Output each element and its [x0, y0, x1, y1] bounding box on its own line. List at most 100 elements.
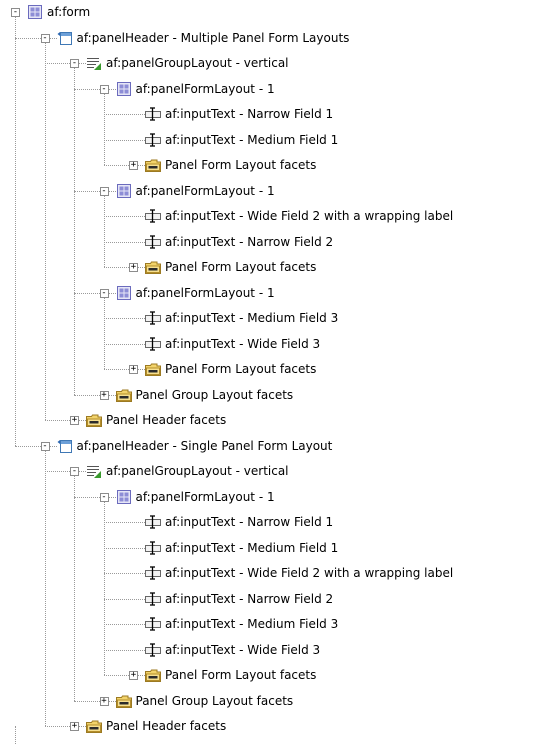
- tree-node-label: af:panelFormLayout - 1: [135, 285, 275, 300]
- tree-branch-line: [103, 522, 145, 523]
- collapse-toggle[interactable]: -: [70, 467, 79, 476]
- panel-form-layout-icon: [116, 81, 131, 96]
- collapse-toggle[interactable]: -: [11, 8, 20, 17]
- tree-node[interactable]: + Panel Form Layout facets: [0, 665, 538, 685]
- input-text-icon: [145, 515, 161, 529]
- input-text-icon: [145, 591, 161, 606]
- tree-node[interactable]: - af:panelGroupLayout - vertical: [0, 53, 538, 73]
- tree-node-label: af:inputText - Wide Field 2 with a wrapp…: [165, 209, 454, 223]
- input-text-icon: [145, 209, 161, 223]
- facets-folder-icon: [86, 414, 102, 427]
- tree-node-label: Panel Form Layout facets: [165, 158, 317, 172]
- expand-toggle[interactable]: +: [129, 671, 138, 680]
- facets-folder-icon: [115, 695, 132, 708]
- tree-node-label: af:inputText - Medium Field 3: [165, 617, 339, 631]
- tree-node[interactable]: af:inputText - Wide Field 2 with a wrapp…: [0, 563, 538, 583]
- tree-node-label: Panel Header facets: [106, 719, 227, 733]
- collapse-toggle[interactable]: -: [40, 441, 50, 451]
- tree-node-label: Panel Group Layout facets: [135, 693, 294, 708]
- tree-node-label: af:inputText - Narrow Field 2: [165, 591, 334, 606]
- tree-node-label: Panel Form Layout facets: [165, 362, 317, 376]
- tree-node[interactable]: af:inputText - Medium Field 3: [0, 308, 538, 328]
- input-text-icon: [145, 132, 161, 147]
- tree-node[interactable]: af:inputText - Narrow Field 2: [0, 589, 538, 609]
- tree-node[interactable]: - af:panelHeader - Multiple Panel Form La…: [0, 28, 538, 48]
- tree-node-label: af:inputText - Wide Field 3: [165, 642, 321, 657]
- facets-folder-icon: [145, 261, 161, 274]
- tree-node-label: af:panelHeader - Single Panel Form Layou…: [76, 438, 333, 453]
- tree-branch-line: [103, 267, 145, 268]
- tree-node[interactable]: af:inputText - Wide Field 3: [0, 640, 538, 660]
- tree-node[interactable]: + Panel Form Layout facets: [0, 155, 538, 175]
- tree-branch-line: [103, 369, 145, 370]
- tree-node[interactable]: af:inputText - Narrow Field 1: [0, 104, 538, 124]
- tree-branch-line: [103, 343, 145, 345]
- tree-node[interactable]: af:inputText - Medium Field 3: [0, 614, 538, 634]
- tree-node[interactable]: + Panel Header facets: [0, 716, 538, 736]
- panel-group-layout-icon: [87, 466, 101, 478]
- tree-node-label: Panel Form Layout facets: [165, 668, 317, 682]
- tree-node[interactable]: + Panel Form Layout facets: [0, 359, 538, 379]
- tree-node[interactable]: - af:panelHeader - Single Panel Form Layo…: [0, 436, 538, 456]
- structure-tree[interactable]: - af:form - af:panelHeader - Multiple Panel…: [0, 0, 538, 744]
- tree-node-label: af:panelGroupLayout - vertical: [106, 56, 289, 70]
- tree-branch-line: [74, 700, 116, 702]
- collapse-toggle[interactable]: -: [99, 492, 109, 502]
- input-text-icon: [145, 107, 161, 121]
- tree-branch-line: [103, 547, 145, 549]
- tree-node-label: af:panelFormLayout - 1: [135, 81, 275, 96]
- tree-node[interactable]: + Panel Header facets: [0, 410, 538, 430]
- collapse-toggle[interactable]: -: [99, 288, 109, 298]
- tree-node[interactable]: - af:panelFormLayout - 1: [0, 181, 538, 201]
- input-text-icon: [145, 336, 161, 351]
- tree-node-label: af:inputText - Wide Field 3: [165, 336, 321, 351]
- tree-node[interactable]: af:inputText - Medium Field 1: [0, 130, 538, 150]
- tree-branch-line: [15, 445, 57, 447]
- collapse-toggle[interactable]: -: [99, 186, 109, 196]
- facets-folder-icon: [145, 669, 161, 682]
- facets-folder-icon: [86, 720, 102, 733]
- input-text-icon: [145, 311, 161, 325]
- tree-node-label: af:panelFormLayout - 1: [135, 489, 275, 504]
- tree-node[interactable]: - af:panelFormLayout - 1: [0, 283, 538, 303]
- expand-toggle[interactable]: +: [129, 365, 138, 374]
- collapse-toggle[interactable]: -: [40, 33, 50, 43]
- collapse-toggle[interactable]: -: [99, 84, 109, 94]
- tree-node-label: af:inputText - Narrow Field 2: [165, 234, 334, 249]
- facets-folder-icon: [115, 389, 132, 402]
- tree-branch-line: [44, 471, 86, 472]
- tree-branch-line: [74, 88, 116, 90]
- expand-toggle[interactable]: +: [99, 696, 109, 706]
- tree-branch-line: [44, 63, 86, 64]
- tree-node[interactable]: af:inputText - Wide Field 3: [0, 334, 538, 354]
- expand-toggle[interactable]: +: [70, 722, 79, 731]
- tree-node[interactable]: - af:panelGroupLayout - vertical: [0, 461, 538, 481]
- expand-toggle[interactable]: +: [129, 161, 138, 170]
- collapse-toggle[interactable]: -: [70, 59, 79, 68]
- tree-node-label: af:inputText - Medium Field 3: [165, 311, 339, 325]
- tree-node[interactable]: af:inputText - Wide Field 2 with a wrapp…: [0, 206, 538, 226]
- tree-node-label: af:inputText - Narrow Field 1: [165, 515, 334, 529]
- panel-group-layout-icon: [87, 58, 101, 70]
- tree-branch-line: [103, 624, 145, 625]
- expand-toggle[interactable]: +: [129, 263, 138, 272]
- input-text-icon: [145, 617, 161, 631]
- tree-node[interactable]: - af:panelFormLayout - 1: [0, 487, 538, 507]
- input-text-icon: [145, 566, 161, 580]
- tree-node[interactable]: - af:panelFormLayout - 1: [0, 79, 538, 99]
- tree-node[interactable]: + Panel Group Layout facets: [0, 385, 538, 405]
- tree-node[interactable]: af:inputText - Medium Field 1: [0, 538, 538, 558]
- tree-node[interactable]: - af:form: [0, 2, 538, 22]
- input-text-icon: [145, 234, 161, 249]
- facets-folder-icon: [145, 159, 161, 172]
- tree-node[interactable]: + Panel Group Layout facets: [0, 691, 538, 711]
- input-text-icon: [145, 540, 161, 555]
- tree-node[interactable]: af:inputText - Narrow Field 1: [0, 512, 538, 532]
- tree-branch-line: [44, 420, 86, 421]
- expand-toggle[interactable]: +: [99, 390, 109, 400]
- expand-toggle[interactable]: +: [70, 416, 79, 425]
- tree-branch-line: [103, 598, 145, 600]
- tree-node[interactable]: af:inputText - Narrow Field 2: [0, 232, 538, 252]
- tree-node[interactable]: + Panel Form Layout facets: [0, 257, 538, 277]
- tree-branch-line: [103, 165, 145, 166]
